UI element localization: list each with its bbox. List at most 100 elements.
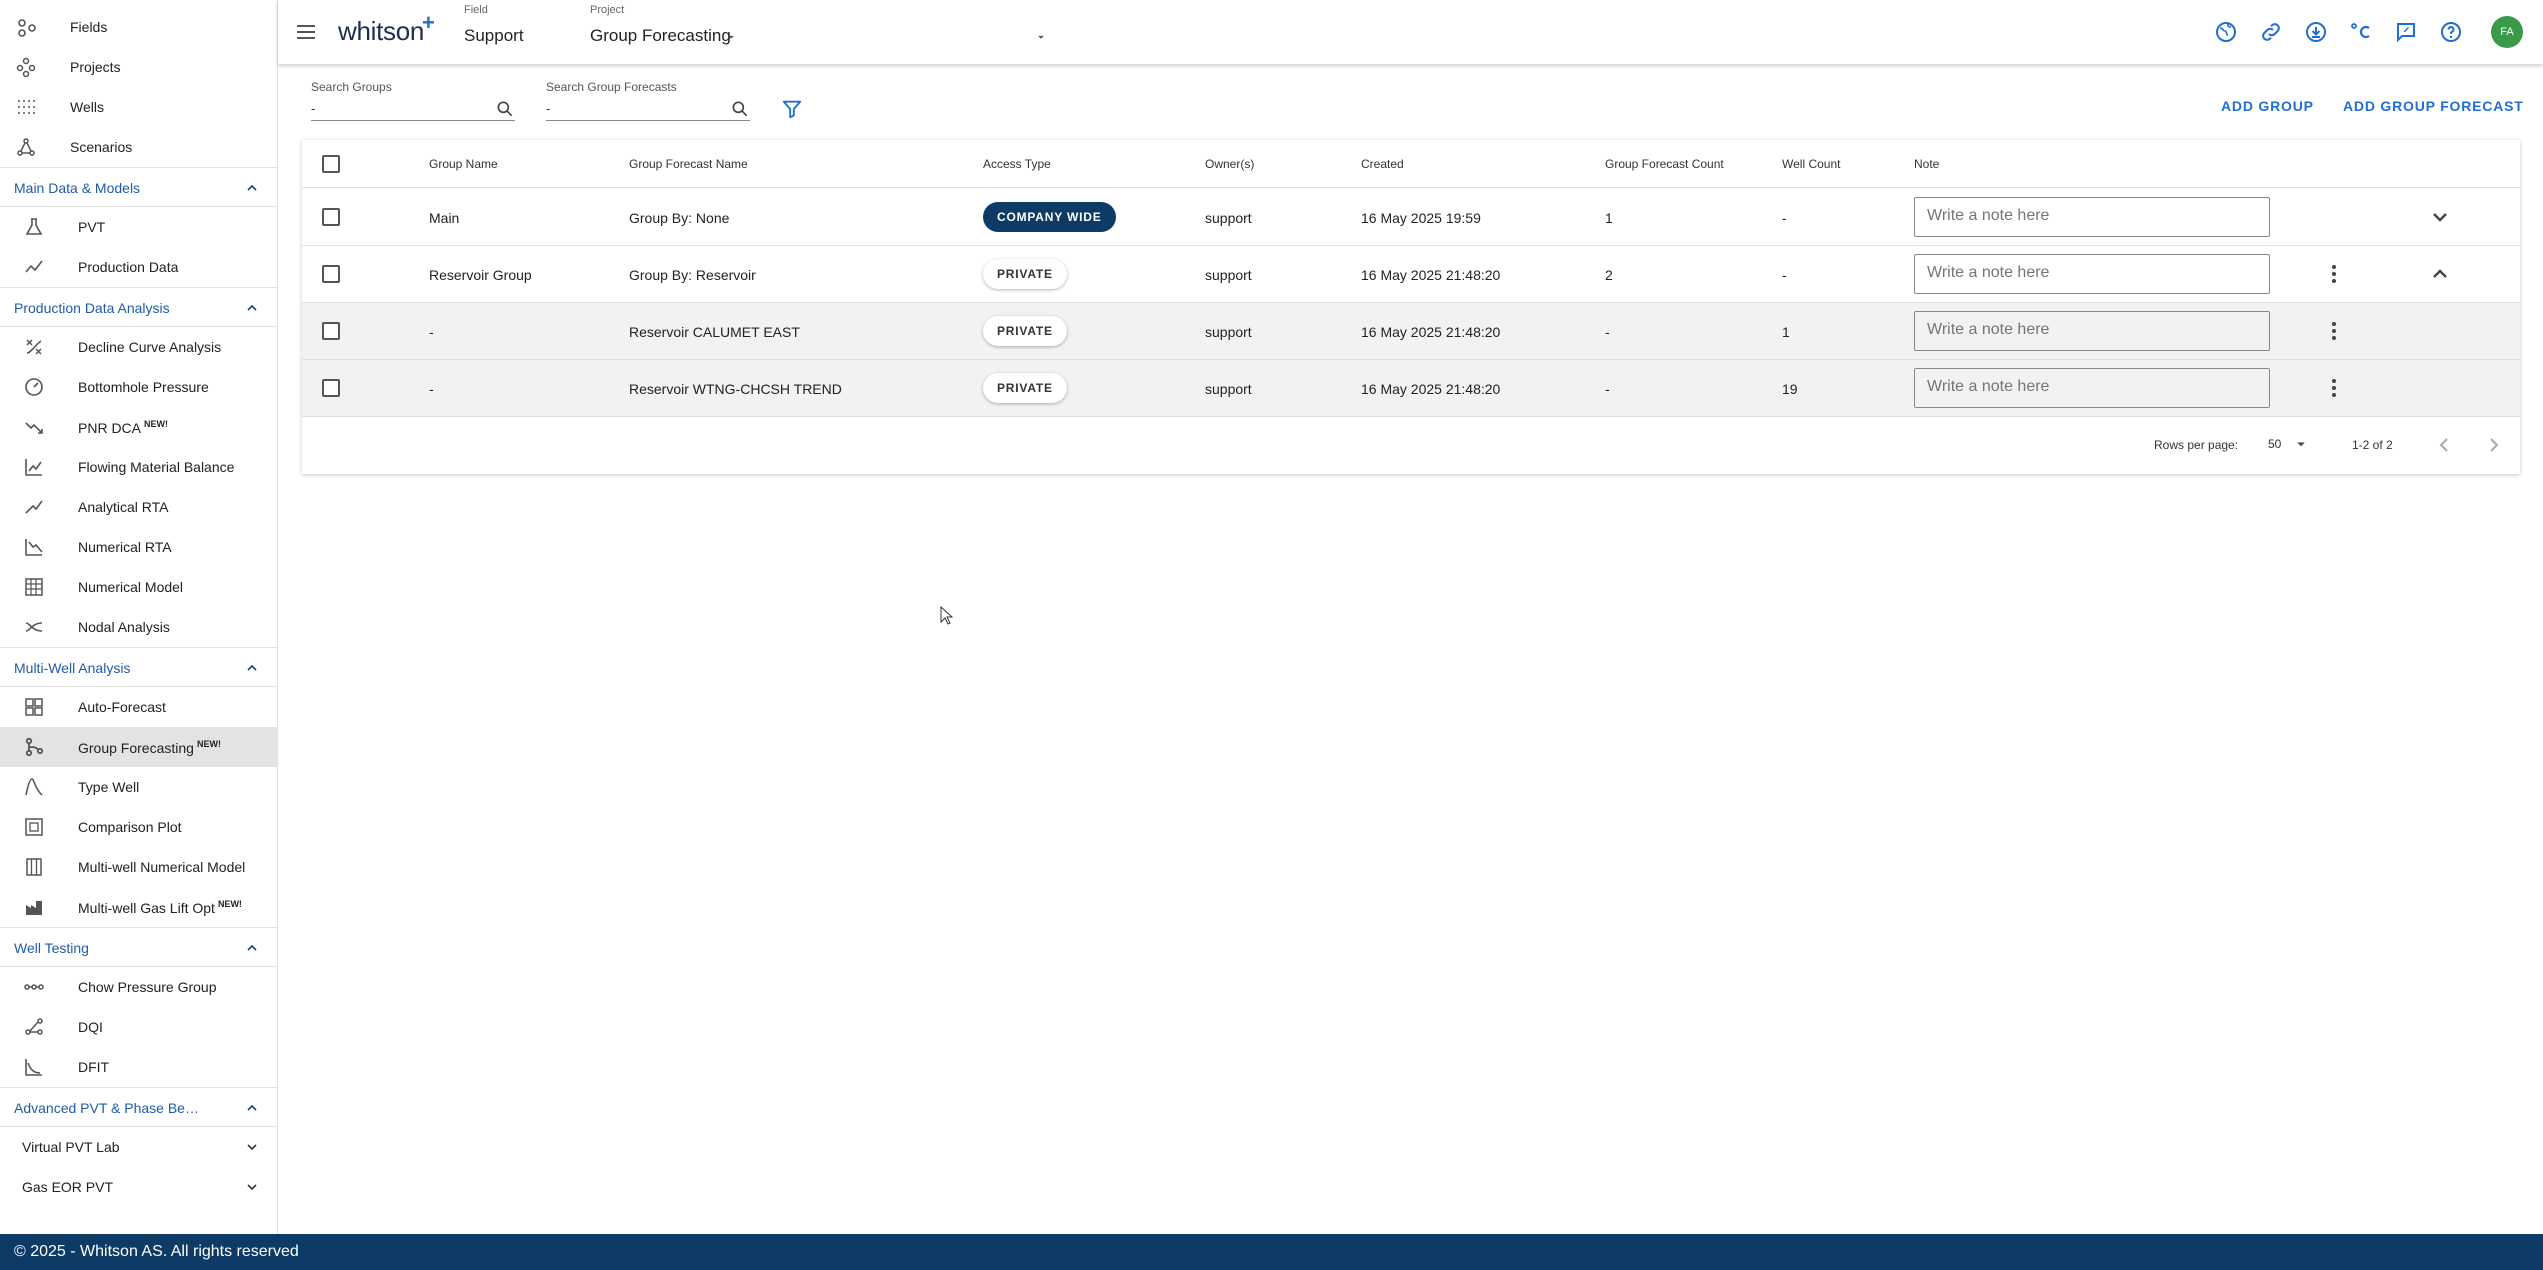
cell-owner: support (1205, 267, 1252, 283)
note-field[interactable] (1914, 368, 2270, 408)
feedback-icon[interactable] (2392, 18, 2420, 46)
sidebar-item-scenarios[interactable]: Scenarios (0, 127, 277, 167)
sidebar-item-decline-curve-analysis[interactable]: Decline Curve Analysis (0, 327, 277, 367)
cell-well-count: 19 (1782, 381, 1798, 397)
rows-per-page-value[interactable]: 50 (2268, 437, 2281, 451)
sidebar-section-advanced-pvt-phase-beha[interactable]: Advanced PVT & Phase Beha... (0, 1087, 277, 1127)
sidebar-item-type-well[interactable]: Type Well (0, 767, 277, 807)
row-checkbox[interactable] (322, 322, 340, 340)
sidebar-item-text: Comparison Plot (78, 819, 182, 835)
download-icon[interactable] (2302, 18, 2330, 46)
sidebar-item-pnr-dca[interactable]: PNR DCA NEW! (0, 407, 277, 447)
line-icon (24, 497, 44, 517)
cell-forecast-count: 2 (1605, 267, 1613, 283)
chevron-down-icon (1034, 30, 1048, 44)
sidebar-item-fields[interactable]: Fields (0, 7, 277, 47)
sidebar-item-dqi[interactable]: DQI (0, 1007, 277, 1047)
sidebar-item-projects[interactable]: Projects (0, 47, 277, 87)
chevron-up-icon (244, 180, 260, 196)
sidebar-item-wells[interactable]: Wells (0, 87, 277, 127)
next-page-icon[interactable] (2482, 433, 2506, 457)
chevron-down-icon[interactable] (2428, 205, 2452, 229)
project-caption: Project (590, 4, 625, 16)
sidebar-item-label: DFIT (78, 1059, 109, 1075)
sidebar-section-well-testing[interactable]: Well Testing (0, 927, 277, 967)
col-created[interactable]: Created (1361, 157, 1404, 171)
note-field[interactable] (1914, 311, 2270, 351)
help-icon[interactable] (2437, 18, 2465, 46)
sidebar-item-analytical-rta[interactable]: Analytical RTA (0, 487, 277, 527)
search-groups-input[interactable] (311, 97, 515, 121)
cell-created: 16 May 2025 19:59 (1361, 210, 1481, 226)
sidebar-item-flowing-material-balance[interactable]: Flowing Material Balance (0, 447, 277, 487)
caret-down-icon[interactable] (2292, 435, 2310, 453)
more-vert-icon[interactable] (2322, 262, 2346, 286)
app-logo[interactable]: whitson (338, 16, 424, 47)
col-well-count[interactable]: Well Count (1782, 157, 1840, 171)
sidebar-item-text: Analytical RTA (78, 499, 169, 515)
sidebar-item-multi-well-numerical-model[interactable]: Multi-well Numerical Model (0, 847, 277, 887)
select-all-checkbox[interactable] (322, 155, 340, 173)
sidebar-item-numerical-rta[interactable]: Numerical RTA (0, 527, 277, 567)
grid-model-icon (24, 577, 44, 597)
sidebar-section-label: Multi-Well Analysis (14, 660, 131, 676)
sidebar-item-comparison-plot[interactable]: Comparison Plot (0, 807, 277, 847)
row-checkbox[interactable] (322, 208, 340, 226)
globe-icon[interactable] (2212, 18, 2240, 46)
link-icon[interactable] (2257, 18, 2285, 46)
table-row[interactable]: Main Group By: None support 16 May 2025 19:… (302, 189, 2520, 246)
sidebar-group-gas-eor-pvt[interactable]: Gas EOR PVT (0, 1167, 277, 1207)
add-group-button[interactable]: ADD GROUP (2221, 98, 2314, 114)
sidebar-item-text: Group Forecasting (78, 740, 194, 756)
sidebar-item-dfit[interactable]: DFIT (0, 1047, 277, 1087)
sidebar-item-pvt[interactable]: PVT (0, 207, 277, 247)
col-owners[interactable]: Owner(s) (1205, 157, 1254, 171)
row-checkbox[interactable] (322, 379, 340, 397)
sidebar-group-virtual-pvt-lab[interactable]: Virtual PVT Lab (0, 1127, 277, 1167)
celsius-icon[interactable] (2347, 18, 2375, 46)
filter-icon[interactable] (781, 98, 803, 120)
sidebar-item-label: Wells (70, 99, 104, 115)
sidebar-item-production-data[interactable]: Production Data (0, 247, 277, 287)
sidebar-item-nodal-analysis[interactable]: Nodal Analysis (0, 607, 277, 647)
sidebar-section-production-data-analysis[interactable]: Production Data Analysis (0, 287, 277, 327)
sidebar-item-numerical-model[interactable]: Numerical Model (0, 567, 277, 607)
sidebar-item-group-forecasting[interactable]: Group Forecasting NEW! (0, 727, 277, 767)
avatar[interactable]: FA (2491, 16, 2523, 48)
menu-icon[interactable] (294, 20, 318, 44)
table-row[interactable]: - Reservoir WTNG-CHCSH TREND support 16 May… (302, 360, 2520, 417)
sidebar-item-chow-pressure-group[interactable]: Chow Pressure Group (0, 967, 277, 1007)
table-row[interactable]: Reservoir Group Group By: Reservoir suppor… (302, 246, 2520, 303)
col-group-name[interactable]: Group Name (429, 157, 498, 171)
sidebar: Fields Projects Wells Scenarios Main Data & … (0, 0, 278, 1234)
sidebar-section-main-data-models[interactable]: Main Data & Models (0, 167, 277, 207)
col-note[interactable]: Note (1914, 157, 1939, 171)
table-row[interactable]: - Reservoir CALUMET EAST support 16 May 202… (302, 303, 2520, 360)
sidebar-item-auto-forecast[interactable]: Auto-Forecast (0, 687, 277, 727)
sidebar-item-label: PNR DCA NEW! (78, 419, 168, 436)
prev-page-icon[interactable] (2432, 433, 2456, 457)
col-group-forecast-count[interactable]: Group Forecast Count (1605, 157, 1724, 171)
col-access-type[interactable]: Access Type (983, 157, 1051, 171)
add-group-forecast-button[interactable]: ADD GROUP FORECAST (2343, 98, 2524, 114)
sidebar-item-text: Scenarios (70, 139, 133, 155)
sidebar-item-multi-well-gas-lift-opt[interactable]: Multi-well Gas Lift Opt NEW! (0, 887, 277, 927)
search-icon[interactable] (730, 99, 750, 119)
cell-forecast-name: Reservoir CALUMET EAST (629, 324, 800, 340)
field-selector[interactable]: Field Support (464, 4, 734, 58)
more-vert-icon[interactable] (2322, 319, 2346, 343)
col-group-forecast-name[interactable]: Group Forecast Name (629, 157, 748, 171)
row-checkbox[interactable] (322, 265, 340, 283)
sidebar-section-multi-well-analysis[interactable]: Multi-Well Analysis (0, 647, 277, 687)
more-vert-icon[interactable] (2322, 376, 2346, 400)
note-field[interactable] (1914, 254, 2270, 294)
cell-forecast-count: - (1605, 324, 1610, 340)
search-forecasts-input[interactable] (546, 97, 750, 121)
search-icon[interactable] (495, 99, 515, 119)
group-forecast-table: Group Name Group Forecast Name Access Ty… (302, 140, 2520, 474)
project-selector[interactable]: Project Group Forecasting (590, 4, 1044, 58)
chevron-up-icon[interactable] (2428, 262, 2452, 286)
note-field[interactable] (1914, 197, 2270, 237)
cell-created: 16 May 2025 21:48:20 (1361, 267, 1501, 283)
sidebar-item-bottomhole-pressure[interactable]: Bottomhole Pressure (0, 367, 277, 407)
